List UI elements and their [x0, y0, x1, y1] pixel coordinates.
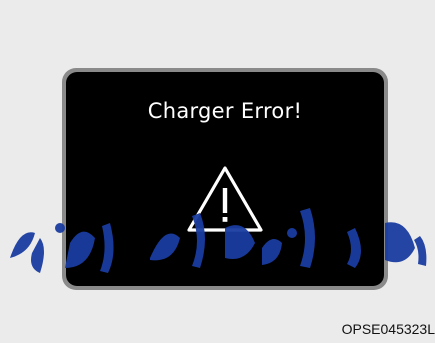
- cluster-display-frame: Charger Error!: [62, 68, 388, 290]
- warning-triangle-icon: [187, 166, 263, 232]
- charger-error-message: Charger Error!: [147, 99, 303, 123]
- figure: Charger Error! OPSE045323L: [0, 0, 435, 343]
- cluster-display-screen: Charger Error!: [66, 72, 384, 286]
- figure-code: OPSE045323L: [341, 321, 435, 337]
